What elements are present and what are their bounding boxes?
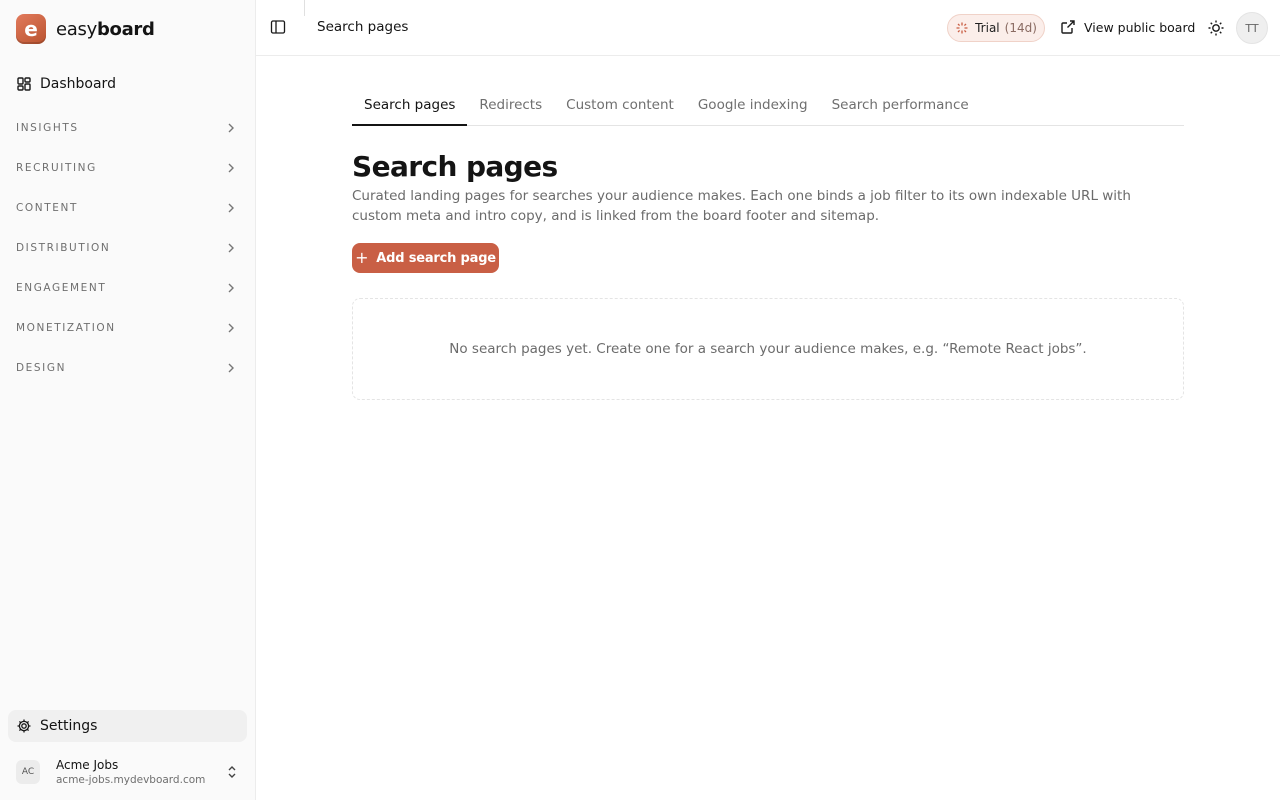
chevron-right-icon	[228, 283, 234, 293]
sidebar-group-label: ENGAGEMENT	[16, 282, 107, 294]
sidebar-item-settings[interactable]: Settings	[8, 710, 247, 742]
sidebar-item-label: Settings	[40, 718, 98, 734]
user-avatar[interactable]: TT	[1236, 12, 1268, 44]
trial-days: (14d)	[1004, 21, 1037, 35]
sidebar-group-design[interactable]: DESIGN	[8, 356, 248, 380]
page-description: Curated landing pages for searches your …	[352, 188, 1131, 224]
chevron-right-icon	[228, 123, 234, 133]
sidebar-group-insights[interactable]: INSIGHTS	[8, 116, 248, 140]
account-switcher[interactable]: AC Acme Jobs acme-jobs.mydevboard.com	[8, 752, 247, 792]
top-bar: Search pages Trial (14d) View public boa…	[256, 0, 1280, 56]
chevron-right-icon	[228, 363, 234, 373]
chevrons-up-down-icon	[228, 766, 236, 778]
account-avatar: AC	[16, 760, 40, 784]
sparkle-icon	[956, 22, 968, 34]
trial-label: Trial	[975, 21, 1000, 35]
sidebar-group-label: CONTENT	[16, 202, 78, 214]
chevron-right-icon	[228, 323, 234, 333]
sidebar-toggle-icon[interactable]	[270, 19, 286, 35]
sidebar-group-content[interactable]: CONTENT	[8, 196, 248, 220]
plus-icon: +	[355, 248, 369, 267]
account-info: Acme Jobs acme-jobs.mydevboard.com	[56, 758, 205, 786]
sidebar-group-label: DESIGN	[16, 362, 67, 374]
dashboard-icon	[17, 77, 31, 91]
view-public-board-link[interactable]: View public board	[1060, 19, 1195, 35]
sidebar-group-label: INSIGHTS	[16, 122, 79, 134]
sun-icon[interactable]	[1207, 19, 1225, 37]
tab-custom-content[interactable]: Custom content	[554, 94, 686, 126]
page-title: Search pages	[352, 150, 558, 183]
empty-state-card: No search pages yet. Create one for a se…	[352, 298, 1184, 400]
chevron-right-icon	[228, 203, 234, 213]
sidebar-group-monetization[interactable]: MONETIZATION	[8, 316, 248, 340]
chevron-right-icon	[228, 163, 234, 173]
sidebar-item-label: Dashboard	[40, 76, 116, 92]
sidebar-group-distribution[interactable]: DISTRIBUTION	[8, 236, 248, 260]
sidebar: e easyboard Dashboard INSIGHTS RECRUITIN…	[0, 0, 256, 800]
logo-icon: e	[16, 14, 46, 44]
add-button-label: Add search page	[376, 250, 496, 266]
tab-google-indexing[interactable]: Google indexing	[686, 94, 820, 126]
gear-icon	[17, 719, 31, 733]
trial-badge[interactable]: Trial (14d)	[947, 14, 1045, 42]
topbar-divider	[304, 0, 305, 16]
add-search-page-button[interactable]: + Add search page	[352, 243, 499, 273]
chevron-right-icon	[228, 243, 234, 253]
sidebar-group-engagement[interactable]: ENGAGEMENT	[8, 276, 248, 300]
sidebar-item-dashboard[interactable]: Dashboard	[8, 72, 248, 96]
tab-redirects[interactable]: Redirects	[467, 94, 554, 126]
brand-logo[interactable]: e easyboard	[16, 14, 155, 44]
tab-bar: Search pages Redirects Custom content Go…	[352, 94, 1184, 126]
brand-name: easyboard	[56, 18, 155, 40]
tab-search-pages[interactable]: Search pages	[352, 94, 468, 126]
breadcrumb: Search pages	[317, 19, 409, 35]
empty-state-text: No search pages yet. Create one for a se…	[449, 341, 1087, 357]
sidebar-group-label: RECRUITING	[16, 162, 97, 174]
view-public-label: View public board	[1084, 19, 1196, 35]
external-link-icon	[1061, 20, 1075, 34]
account-domain: acme-jobs.mydevboard.com	[56, 774, 206, 786]
account-name: Acme Jobs	[56, 758, 119, 772]
sidebar-group-label: DISTRIBUTION	[16, 242, 111, 254]
sidebar-group-label: MONETIZATION	[16, 322, 116, 334]
tab-search-performance[interactable]: Search performance	[820, 94, 981, 126]
sidebar-group-recruiting[interactable]: RECRUITING	[8, 156, 248, 180]
